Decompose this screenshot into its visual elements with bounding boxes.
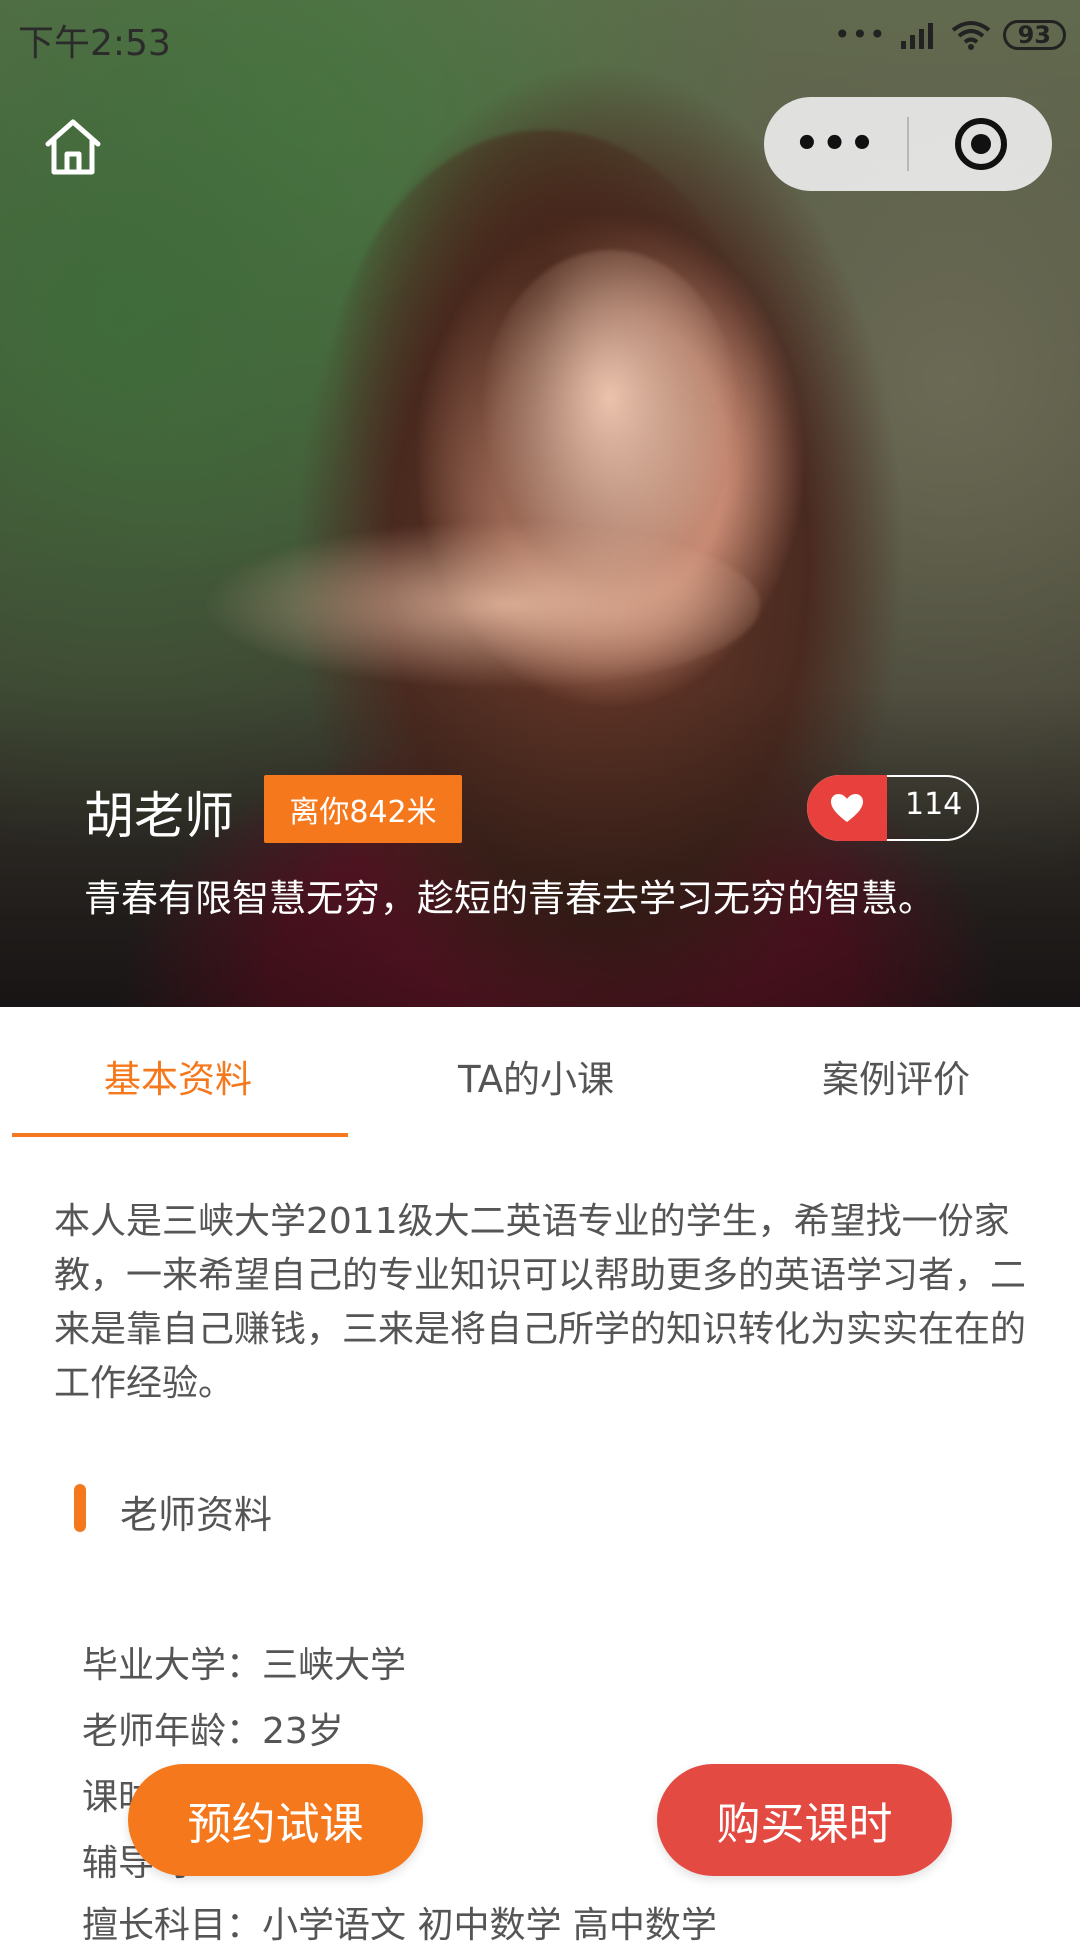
info-row-subjects: 擅长科目：小学语文 初中数学 高中数学 xyxy=(82,1905,717,1946)
status-icons: ••• 93 xyxy=(834,18,1066,51)
wifi-icon xyxy=(951,20,990,50)
section-accent-bar xyxy=(74,1484,86,1532)
more-dots-icon: ••• xyxy=(834,18,887,51)
tab-basic-info[interactable]: 基本资料 xyxy=(104,1049,252,1103)
home-icon xyxy=(45,119,101,175)
close-button[interactable] xyxy=(909,97,1052,191)
tab-mini-courses[interactable]: TA的小课 xyxy=(458,1049,614,1103)
signal-icon xyxy=(900,22,933,49)
tab-active-indicator xyxy=(12,1133,348,1137)
book-trial-button[interactable]: 预约试课 xyxy=(128,1764,423,1876)
status-time: 下午2:53 xyxy=(18,23,171,64)
battery-indicator: 93 xyxy=(1002,19,1066,50)
miniprogram-capsule: ••• xyxy=(764,97,1052,191)
home-button[interactable] xyxy=(40,114,106,180)
tab-case-reviews[interactable]: 案例评价 xyxy=(822,1049,970,1103)
like-count: 114 xyxy=(905,787,963,822)
heart-icon xyxy=(831,794,863,822)
photo-shape-hands xyxy=(200,520,760,690)
teacher-intro: 本人是三峡大学2011级大二英语专业的学生，希望找一份家教，一来希望自己的专业知… xyxy=(54,1201,1027,1404)
more-button[interactable]: ••• xyxy=(764,97,907,191)
teacher-name: 胡老师 xyxy=(84,787,234,845)
hero-photo: 下午2:53 ••• 93 ••• 胡老师 离你842米 114 青春有限智慧无… xyxy=(0,0,1080,1007)
info-row-age: 老师年龄：23岁 xyxy=(82,1711,344,1752)
heart-badge xyxy=(807,775,887,841)
buy-lessons-button[interactable]: 购买课时 xyxy=(657,1764,952,1876)
like-button[interactable]: 114 xyxy=(807,775,979,841)
distance-badge: 离你842米 xyxy=(264,775,462,843)
teacher-motto: 青春有限智慧无穷，趁短的青春去学习无穷的智慧。 xyxy=(84,877,935,920)
target-circle-icon xyxy=(954,118,1007,170)
tab-bar: 基本资料 TA的小课 案例评价 xyxy=(0,1007,1080,1137)
section-title: 老师资料 xyxy=(120,1493,273,1537)
info-row-university: 毕业大学：三峡大学 xyxy=(82,1645,407,1686)
status-bar: 下午2:53 ••• 93 xyxy=(0,0,1080,76)
